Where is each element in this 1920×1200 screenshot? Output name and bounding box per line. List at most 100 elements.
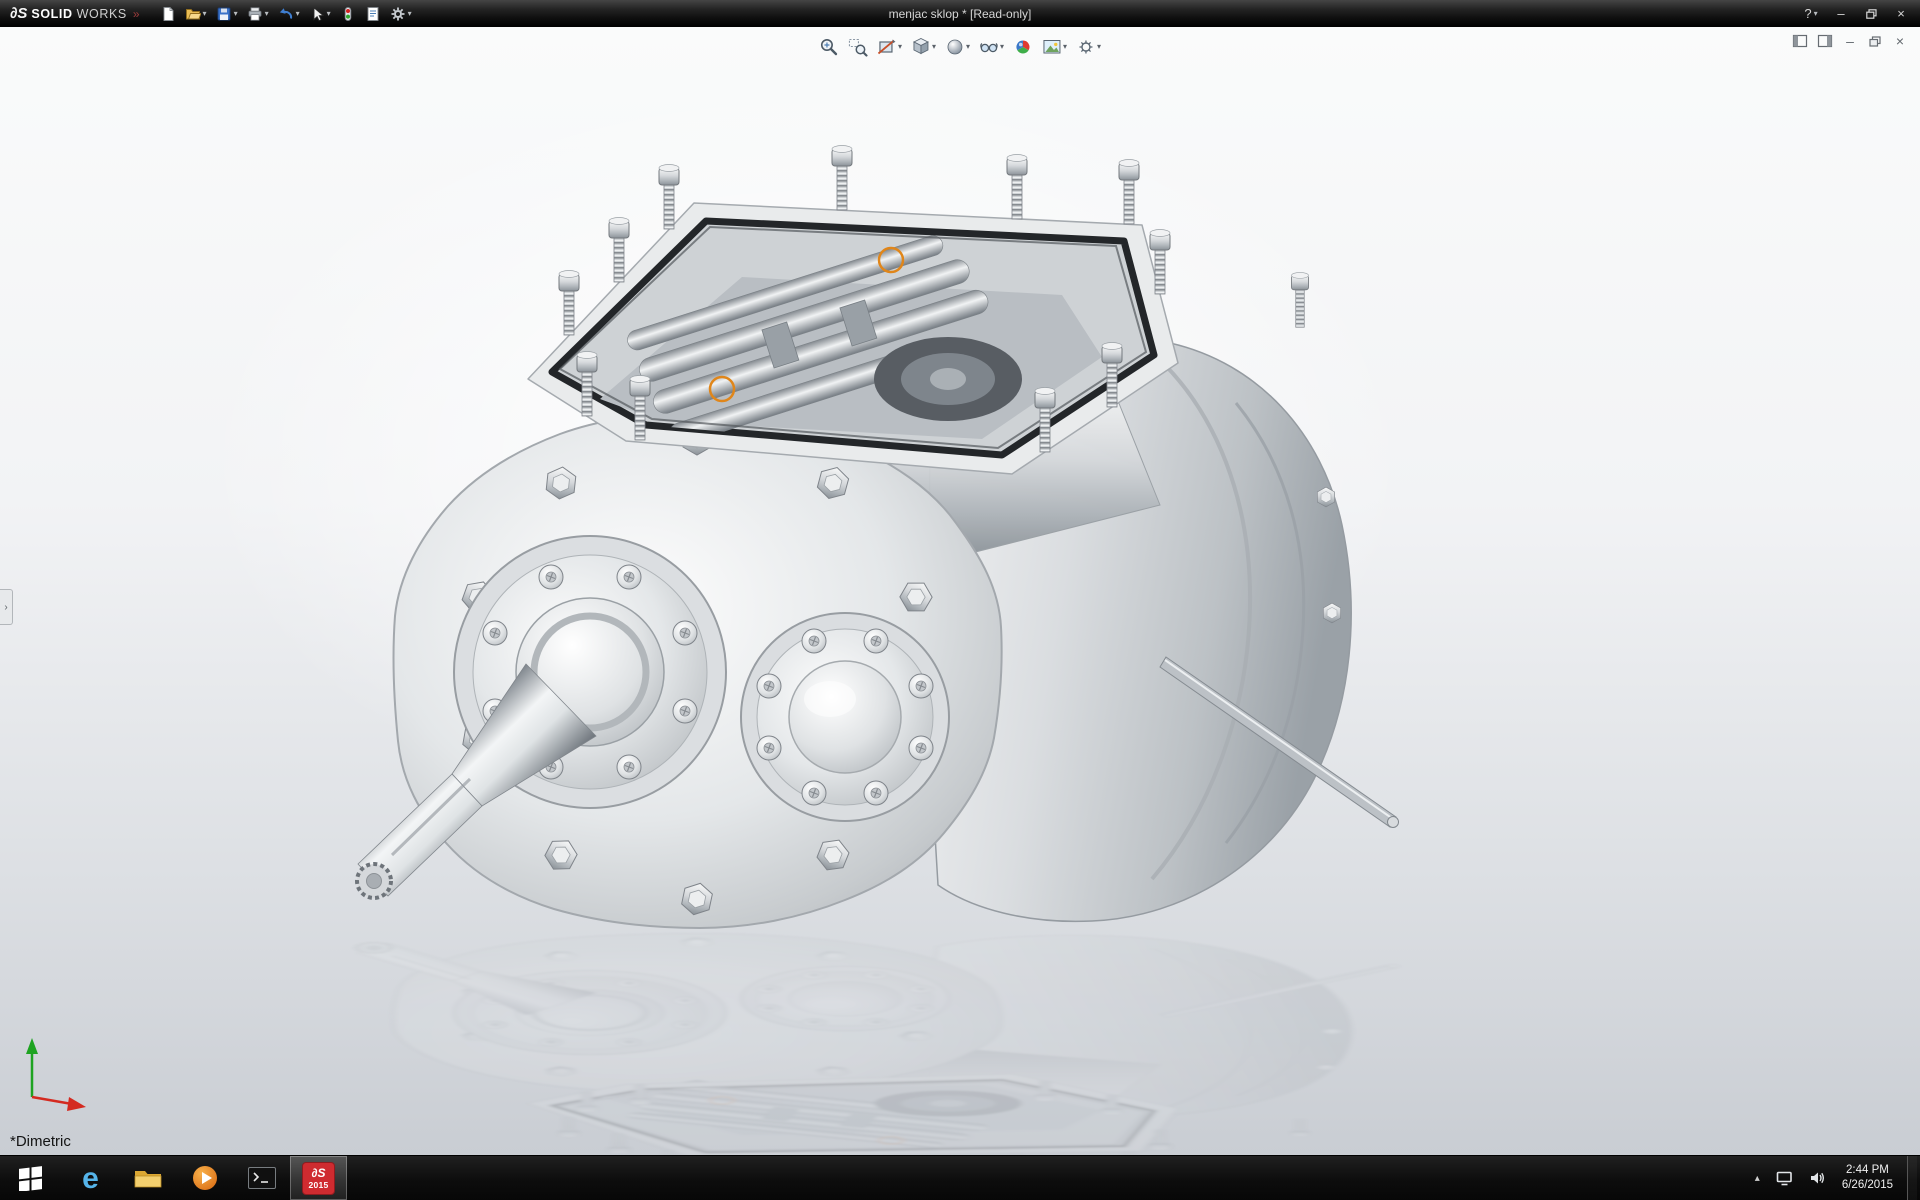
solidworks-year: 2015 <box>308 1181 328 1190</box>
dropdown-caret-icon[interactable]: ▾ <box>1814 10 1818 18</box>
triad-x-axis <box>32 1097 72 1104</box>
show-desktop-button[interactable] <box>1907 1156 1917 1200</box>
dropdown-caret-icon[interactable]: ▾ <box>1097 43 1101 51</box>
dropdown-caret-icon[interactable]: ▾ <box>1063 43 1067 51</box>
view-orientation-label: *Dimetric <box>10 1133 71 1150</box>
solidworks-mark-icon: ∂S <box>10 5 27 22</box>
tray-expand-button[interactable]: ▴ <box>1753 1156 1762 1200</box>
dropdown-caret-icon[interactable]: ▾ <box>265 10 269 18</box>
taskbar-solidworks-2015[interactable]: ∂S 2015 <box>290 1156 347 1200</box>
taskbar-clock[interactable]: 2:44 PM 6/26/2015 <box>1840 1156 1895 1200</box>
hide-show-items-button[interactable]: ▾ <box>975 34 1008 60</box>
solidworks-logo: ∂S SOLIDWORKS » <box>10 5 140 22</box>
dropdown-caret-icon[interactable]: ▾ <box>966 43 970 51</box>
doc-restore-icon <box>1869 36 1881 47</box>
pane-right-icon <box>1817 33 1833 49</box>
command-prompt-icon <box>248 1167 276 1189</box>
internet-explorer-icon: e <box>82 1165 99 1192</box>
windows-taskbar: e ∂S 2015 ▴ <box>0 1155 1920 1200</box>
zoom-to-fit-icon <box>819 37 839 57</box>
volume-icon <box>1809 1170 1826 1186</box>
dropdown-caret-icon[interactable]: ▾ <box>408 10 412 18</box>
doc-close-icon: × <box>1896 34 1904 48</box>
rebuild-button[interactable] <box>336 3 360 25</box>
expand-pane-icon: › <box>4 602 7 613</box>
taskbar-media-player[interactable] <box>176 1156 233 1200</box>
tray-expand-icon: ▴ <box>1755 1173 1760 1184</box>
featuremanager-collapsed-tab[interactable]: › <box>0 589 13 625</box>
restore-icon <box>1866 9 1877 19</box>
new-document-button[interactable] <box>156 3 180 25</box>
dropdown-caret-icon[interactable]: ▾ <box>203 10 207 18</box>
open-button[interactable]: ▾ <box>181 3 211 25</box>
dropdown-caret-icon[interactable]: ▾ <box>932 43 936 51</box>
options-button[interactable]: ▾ <box>386 3 416 25</box>
section-view-icon <box>877 37 897 57</box>
dropdown-caret-icon[interactable]: ▾ <box>1000 43 1004 51</box>
rebuild-stoplight-icon <box>340 6 356 22</box>
triad-y-arrowhead <box>26 1038 38 1054</box>
graphics-area[interactable]: ▾ ▾ ▾ ▾ ▾ ▾ <box>0 27 1920 1155</box>
view-orientation-button[interactable]: ▾ <box>907 34 940 60</box>
top-cover[interactable] <box>528 146 1178 475</box>
window-title: menjac sklop * [Read-only] <box>889 7 1032 21</box>
apply-scene-button[interactable]: ▾ <box>1038 34 1071 60</box>
dropdown-caret-icon[interactable]: ▾ <box>327 10 331 18</box>
triad-x-arrowhead <box>67 1097 86 1111</box>
select-button[interactable]: ▾ <box>305 3 335 25</box>
zoom-to-area-icon <box>848 37 868 57</box>
doc-pane-right-button[interactable] <box>1814 32 1836 50</box>
zoom-to-fit-button[interactable] <box>815 34 843 60</box>
restore-button[interactable] <box>1858 4 1884 24</box>
model-reflection <box>357 933 1399 1155</box>
network-icon <box>1776 1170 1793 1186</box>
bearing-cover-small[interactable] <box>741 613 949 821</box>
titlebar: ∂S SOLIDWORKS » ▾ ▾ ▾ ▾ <box>0 0 1920 27</box>
edit-appearance-button[interactable] <box>1009 34 1037 60</box>
minimize-button[interactable]: – <box>1828 4 1854 24</box>
undo-button[interactable]: ▾ <box>274 3 304 25</box>
display-style-button[interactable]: ▾ <box>941 34 974 60</box>
print-button[interactable]: ▾ <box>243 3 273 25</box>
apply-scene-icon <box>1042 37 1062 57</box>
view-orientation-cube-icon <box>911 37 931 57</box>
dropdown-caret-icon[interactable]: ▾ <box>296 10 300 18</box>
close-icon: × <box>1897 7 1905 20</box>
printer-icon <box>247 6 263 22</box>
doc-close-button[interactable]: × <box>1889 32 1911 50</box>
hide-show-glasses-icon <box>979 37 999 57</box>
menu-bar-toolbar: ▾ ▾ ▾ ▾ ▾ <box>156 3 416 25</box>
start-button[interactable] <box>0 1156 62 1200</box>
pane-left-icon <box>1792 33 1808 49</box>
edit-appearance-ball-icon <box>1013 37 1033 57</box>
view-settings-gear-icon <box>1076 37 1096 57</box>
orientation-triad <box>12 1027 96 1111</box>
taskbar-file-explorer[interactable] <box>119 1156 176 1200</box>
doc-minimize-button[interactable]: – <box>1839 32 1861 50</box>
help-button[interactable]: ?▾ <box>1798 4 1824 24</box>
doc-pane-left-button[interactable] <box>1789 32 1811 50</box>
display-style-icon <box>945 37 965 57</box>
brand-solid-text: SOLID <box>31 7 72 21</box>
minimize-icon: – <box>1837 7 1844 20</box>
gearbox-3d-model[interactable] <box>0 27 1920 1155</box>
file-properties-button[interactable] <box>361 3 385 25</box>
close-button[interactable]: × <box>1888 4 1914 24</box>
tray-volume-button[interactable] <box>1807 1156 1828 1200</box>
section-view-button[interactable]: ▾ <box>873 34 906 60</box>
system-tray: ▴ 2:44 PM 6/26/2015 <box>1753 1156 1920 1200</box>
heads-up-view-toolbar: ▾ ▾ ▾ ▾ ▾ ▾ <box>815 34 1105 60</box>
dropdown-caret-icon[interactable]: ▾ <box>234 10 238 18</box>
view-settings-button[interactable]: ▾ <box>1072 34 1105 60</box>
dropdown-caret-icon[interactable]: ▾ <box>898 43 902 51</box>
tray-network-button[interactable] <box>1774 1156 1795 1200</box>
media-player-icon <box>191 1164 219 1192</box>
open-folder-icon <box>185 6 201 22</box>
solidworks-mark: ∂S <box>312 1167 326 1179</box>
save-button[interactable]: ▾ <box>212 3 242 25</box>
brand-chevron-icon: » <box>133 7 140 21</box>
zoom-to-area-button[interactable] <box>844 34 872 60</box>
taskbar-command-prompt[interactable] <box>233 1156 290 1200</box>
doc-restore-button[interactable] <box>1864 32 1886 50</box>
taskbar-internet-explorer[interactable]: e <box>62 1156 119 1200</box>
